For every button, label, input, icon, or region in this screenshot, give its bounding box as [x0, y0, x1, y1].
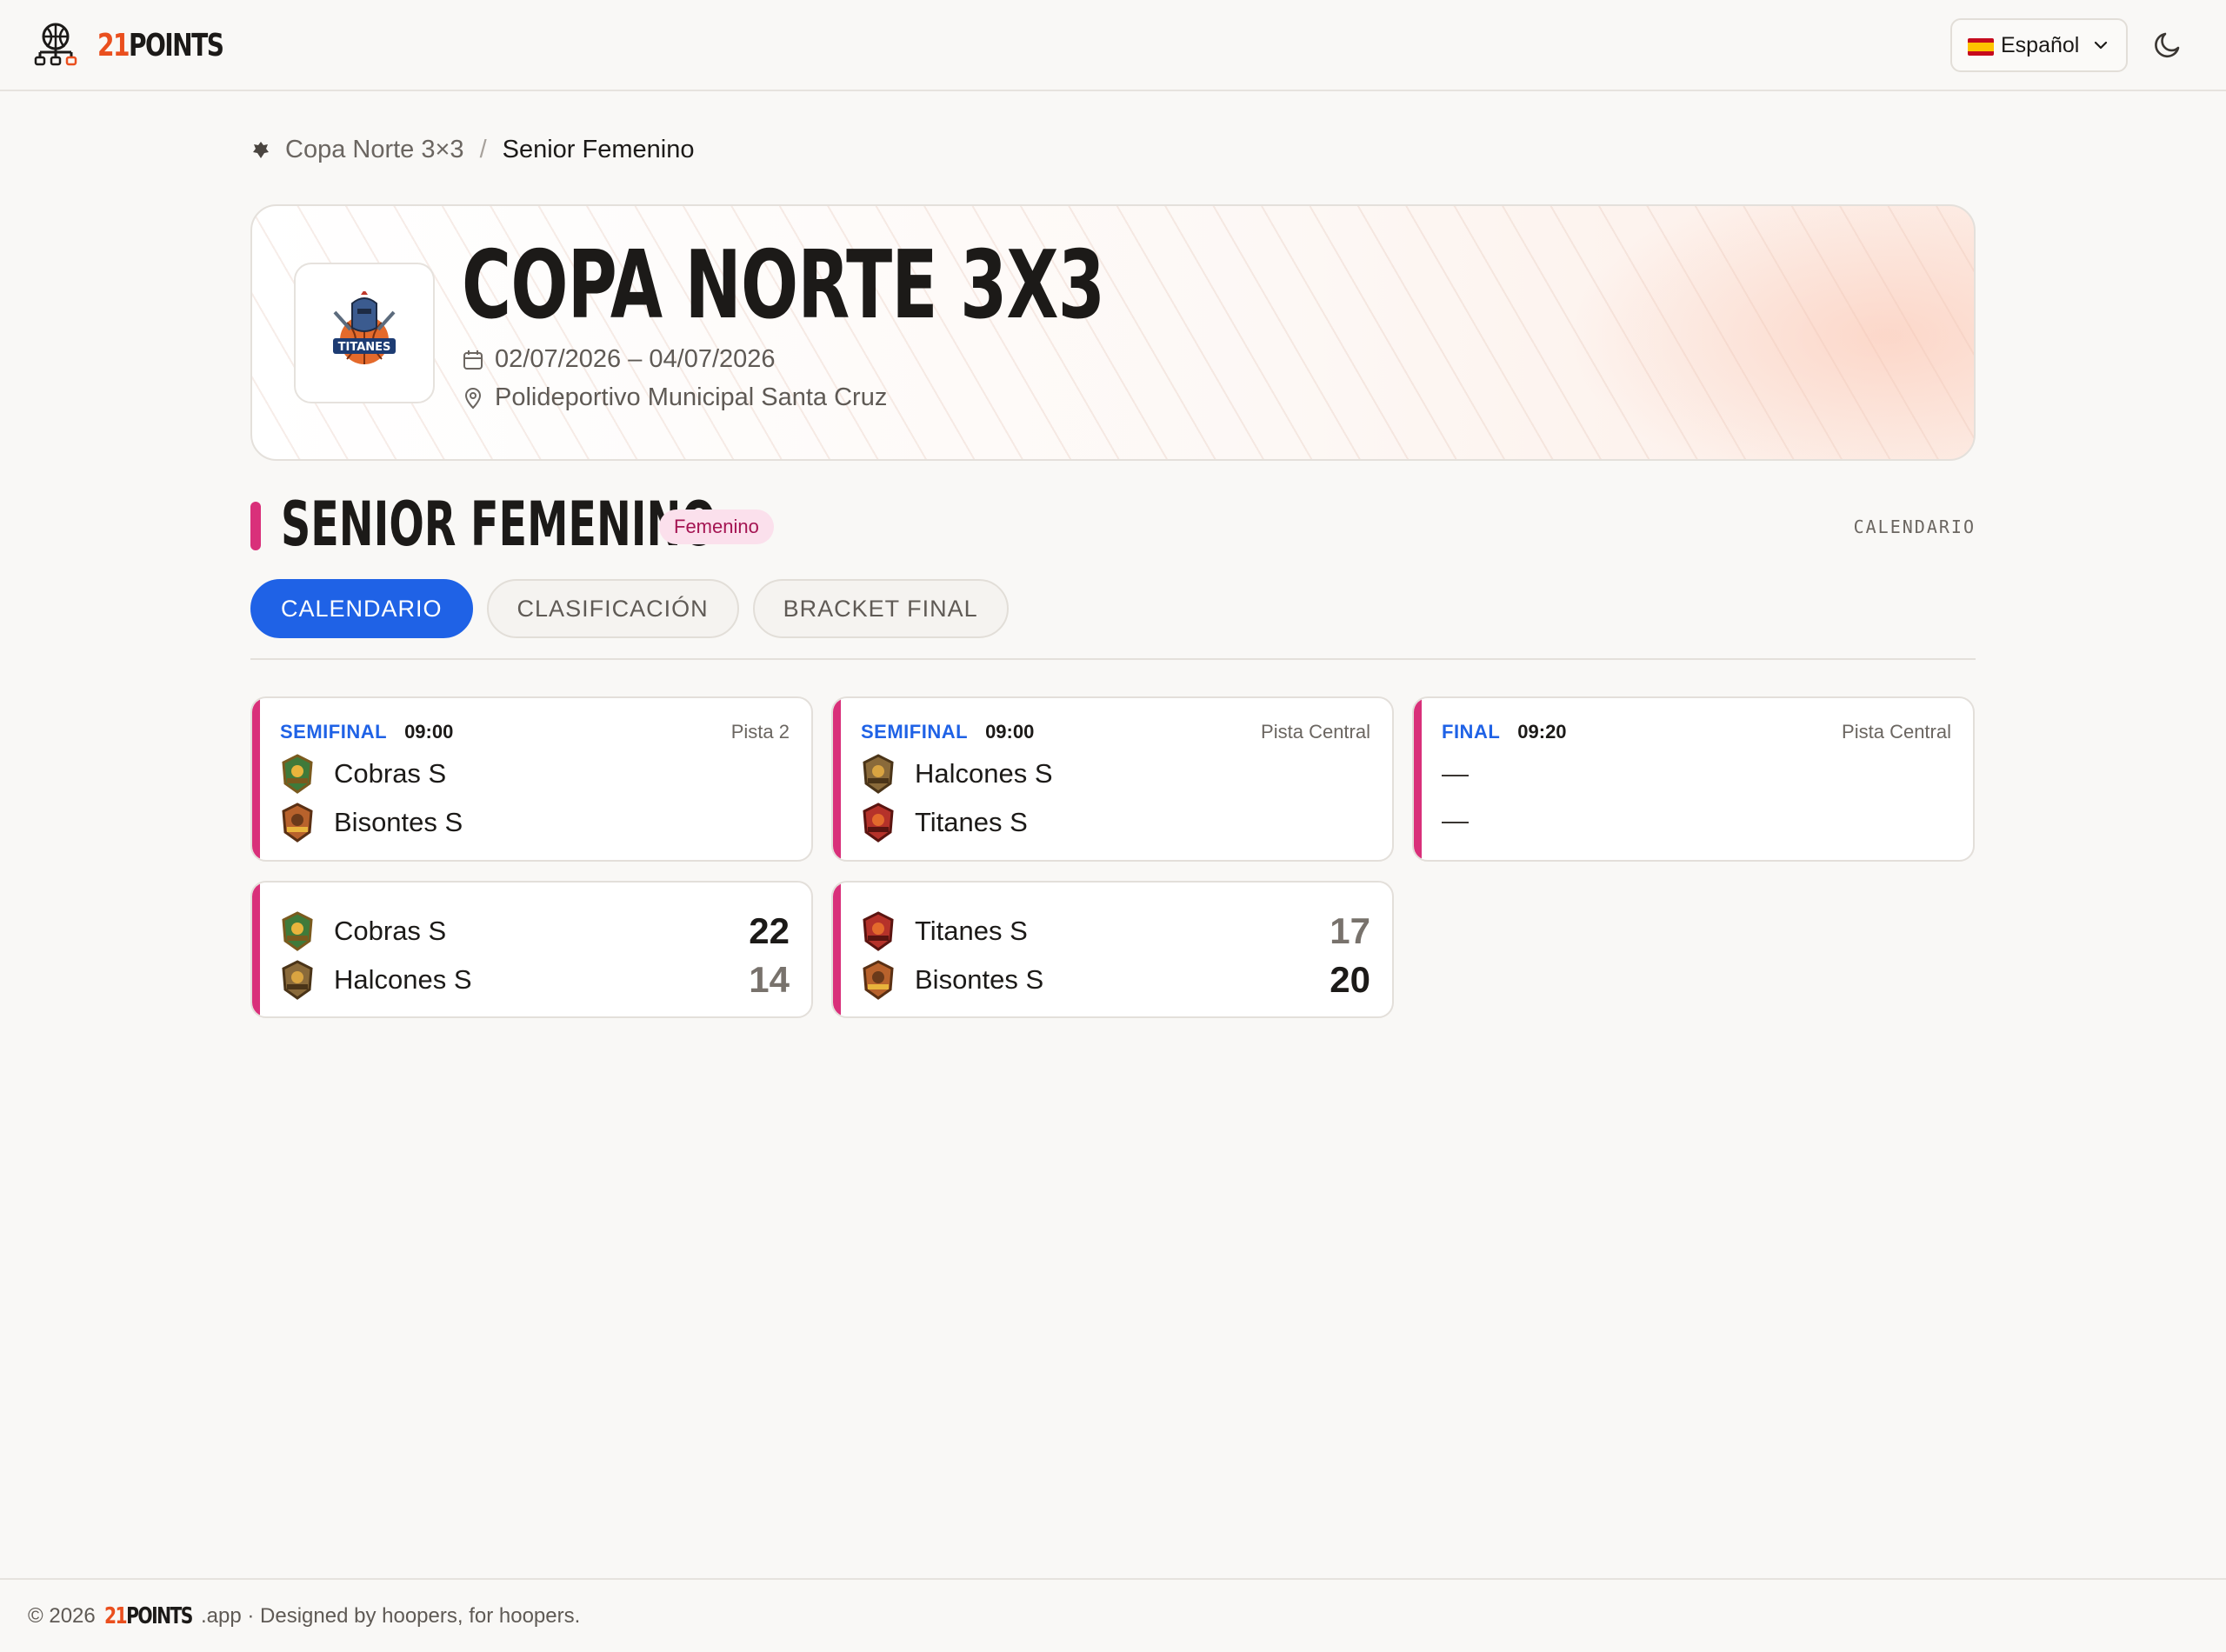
match-card[interactable]: FINAL 09:20 Pista Central — — — [1412, 696, 1975, 862]
category-color-bar — [250, 502, 261, 550]
cobras-crest-icon — [282, 911, 313, 951]
language-selector[interactable]: Español — [1950, 18, 2128, 72]
titanes-crest-icon — [863, 803, 894, 843]
breadcrumb: Copa Norte 3×3 / Senior Femenino — [250, 136, 694, 164]
team-score: 17 — [1330, 910, 1370, 951]
tbd-dash: — — [1442, 758, 1469, 789]
team-name: Halcones S — [915, 758, 1053, 789]
category-title: SENIOR FEMENINO — [281, 489, 716, 560]
match-card[interactable]: SEMIFINAL 09:00 Pista Central Halcones S… — [831, 696, 1394, 862]
category-stripe — [252, 883, 260, 1016]
match-time: 09:00 — [404, 721, 454, 743]
breadcrumb-separator: / — [479, 136, 487, 163]
moon-icon[interactable] — [2152, 29, 2183, 60]
footer-tagline: .app · Designed by hoopers, for hoopers. — [201, 1603, 581, 1628]
tournament-dates: 02/07/2026 – 04/07/2026 — [462, 345, 776, 374]
location-pin-icon — [464, 387, 482, 409]
match-time: 09:20 — [1517, 721, 1567, 743]
cobras-crest-icon — [282, 754, 313, 794]
category-stripe — [252, 698, 260, 860]
es-flag-icon — [1968, 37, 1994, 56]
brand-link[interactable]: 21POINTS — [33, 23, 258, 68]
home-team: Cobras S 22 — [280, 910, 790, 951]
breadcrumb-tournament-link[interactable]: Copa Norte 3×3 — [285, 136, 464, 164]
team-name: Bisontes S — [915, 964, 1044, 995]
match-court: Pista Central — [1261, 721, 1370, 743]
tournament-hero-card: TITANES COPA NORTE 3X3 02/07/2026 – 04/0… — [250, 204, 1976, 461]
footer-logo[interactable]: 21POINTS — [104, 1603, 193, 1629]
halcones-crest-icon — [282, 960, 313, 1000]
away-team: Halcones S 14 — [280, 959, 790, 1000]
brand-logo: 21POINTS — [97, 27, 224, 63]
tabs-divider — [250, 658, 1976, 660]
match-header: SEMIFINAL 09:00 Pista Central — [861, 719, 1370, 745]
tab-bracket-final[interactable]: BRACKET FINAL — [752, 579, 1009, 638]
footer: © 2026 21POINTS .app · Designed by hoope… — [0, 1578, 2226, 1652]
away-team: Titanes S — [861, 803, 1370, 843]
match-court: Pista 2 — [730, 721, 790, 743]
tbd-dash: — — [1442, 805, 1469, 836]
team-score: 20 — [1330, 959, 1370, 1000]
team-name: Cobras S — [334, 916, 447, 946]
tournament-crest-icon — [253, 141, 269, 158]
calendar-icon — [463, 350, 483, 370]
chevron-down-icon — [2094, 41, 2108, 50]
match-round: SEMIFINAL — [280, 721, 388, 743]
away-team: Bisontes S — [280, 803, 790, 843]
home-team: Halcones S — [861, 754, 1370, 794]
titanes-crest-icon — [863, 911, 894, 951]
away-team-placeholder: — — [1442, 801, 1951, 841]
team-name: Cobras S — [334, 758, 447, 789]
tournament-logo: TITANES — [294, 263, 435, 403]
copyright-text: © 2026 — [28, 1603, 96, 1628]
svg-text:TITANES: TITANES — [338, 341, 391, 354]
match-court: Pista Central — [1842, 721, 1951, 743]
home-team-placeholder: — — [1442, 754, 1951, 794]
language-label: Español — [2001, 32, 2080, 57]
dates-text: 02/07/2026 – 04/07/2026 — [495, 345, 776, 373]
breadcrumb-current: Senior Femenino — [502, 136, 695, 163]
bisontes-crest-icon — [282, 803, 313, 843]
titanes-logo-icon: TITANES — [333, 291, 396, 364]
home-team: Titanes S 17 — [861, 910, 1370, 951]
category-stripe — [833, 883, 841, 1016]
match-round: SEMIFINAL — [861, 721, 969, 743]
match-header: SEMIFINAL 09:00 Pista 2 — [280, 719, 790, 745]
home-team: Cobras S — [280, 754, 790, 794]
halcones-crest-icon — [863, 754, 894, 794]
match-round: FINAL — [1442, 721, 1501, 743]
away-team: Bisontes S 20 — [861, 959, 1370, 1000]
category-tabs: CALENDARIO CLASIFICACIÓN BRACKET FINAL — [250, 579, 1023, 638]
match-card[interactable]: SEMIFINAL 09:00 Pista 2 Cobras S Bisonte… — [250, 696, 813, 862]
team-name: Titanes S — [915, 916, 1028, 946]
match-result-card[interactable]: Cobras S 22 Halcones S 14 — [250, 881, 813, 1018]
team-name: Bisontes S — [334, 807, 463, 837]
tab-clasificacion[interactable]: CLASIFICACIÓN — [486, 579, 739, 638]
tab-calendario[interactable]: CALENDARIO — [250, 579, 473, 638]
category-stripe — [1414, 698, 1422, 860]
team-score: 14 — [749, 959, 790, 1000]
basketball-hoop-icon — [34, 23, 77, 66]
match-result-card[interactable]: Titanes S 17 Bisontes S 20 — [831, 881, 1394, 1018]
venue-text: Polideportivo Municipal Santa Cruz — [495, 383, 888, 411]
top-bar: 21POINTS Español — [0, 0, 2226, 91]
gender-badge: Femenino — [659, 510, 774, 544]
team-score: 22 — [749, 910, 790, 951]
tournament-venue: Polideportivo Municipal Santa Cruz — [462, 383, 887, 412]
current-view-label: CALENDARIO — [1853, 516, 1976, 537]
category-stripe — [833, 698, 841, 860]
match-time: 09:00 — [985, 721, 1035, 743]
match-header: FINAL 09:20 Pista Central — [1442, 719, 1951, 745]
bisontes-crest-icon — [863, 960, 894, 1000]
tournament-title: COPA NORTE 3X3 — [462, 231, 1105, 340]
team-name: Titanes S — [915, 807, 1028, 837]
team-name: Halcones S — [334, 964, 472, 995]
